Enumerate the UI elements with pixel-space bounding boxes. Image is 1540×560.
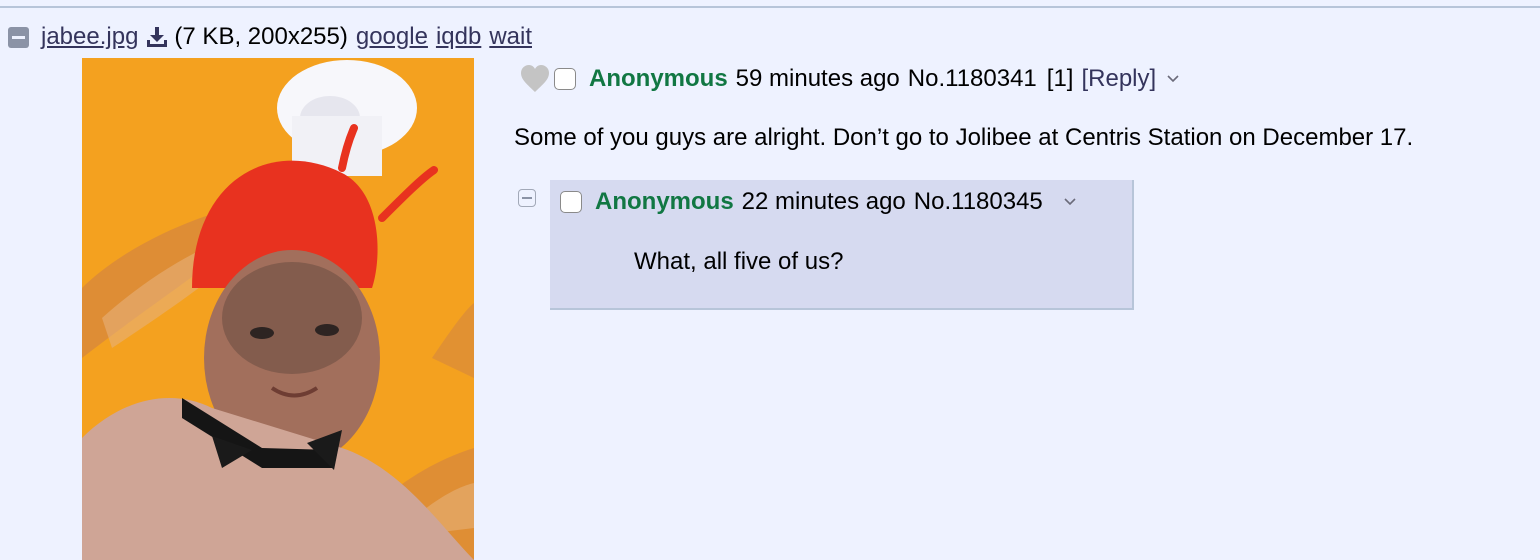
top-divider	[0, 6, 1540, 8]
post-select-checkbox[interactable]	[554, 68, 576, 90]
heart-icon[interactable]	[520, 65, 550, 93]
collapse-icon[interactable]	[518, 189, 536, 207]
chevron-down-icon[interactable]	[1166, 74, 1180, 84]
reply-poster-name: Anonymous	[595, 188, 734, 215]
chevron-down-icon[interactable]	[1063, 197, 1077, 207]
reply-count-link[interactable]: [1]	[1047, 65, 1074, 93]
file-name-link[interactable]: jabee.jpg	[41, 23, 138, 51]
reply-link[interactable]: Reply	[1088, 65, 1149, 92]
poster-name: Anonymous	[589, 65, 728, 92]
reply-select-checkbox[interactable]	[560, 191, 582, 213]
reply-message: What, all five of us?	[634, 248, 844, 275]
op-post-header: Anonymous 59 minutes ago No.1180341 [1] …	[520, 62, 1180, 96]
reply-post-time: 22 minutes ago	[741, 188, 906, 215]
reply-post-header: Anonymous 22 minutes ago No.1180345	[560, 184, 1077, 220]
download-icon[interactable]	[146, 26, 168, 48]
wait-search-link[interactable]: wait	[489, 23, 532, 51]
post-image-thumbnail[interactable]	[82, 58, 474, 560]
reply-post-number-link[interactable]: No.1180345	[914, 188, 1043, 216]
reply-link-wrapper: [Reply]	[1081, 65, 1156, 93]
file-info: jabee.jpg (7 KB, 200x255) google iqdb wa…	[8, 20, 540, 54]
google-search-link[interactable]: google	[356, 23, 428, 51]
reply-close-bracket: ]	[1149, 65, 1157, 92]
file-meta: (7 KB, 200x255)	[174, 23, 348, 50]
post-time: 59 minutes ago	[735, 65, 900, 92]
iqdb-search-link[interactable]: iqdb	[436, 23, 481, 51]
minus-square-icon[interactable]	[8, 26, 29, 48]
op-message: Some of you guys are alright. Don’t go t…	[514, 124, 1414, 151]
reply-post: Anonymous 22 minutes ago No.1180345 What…	[550, 180, 1134, 310]
post-number-link[interactable]: No.1180341	[908, 65, 1037, 93]
